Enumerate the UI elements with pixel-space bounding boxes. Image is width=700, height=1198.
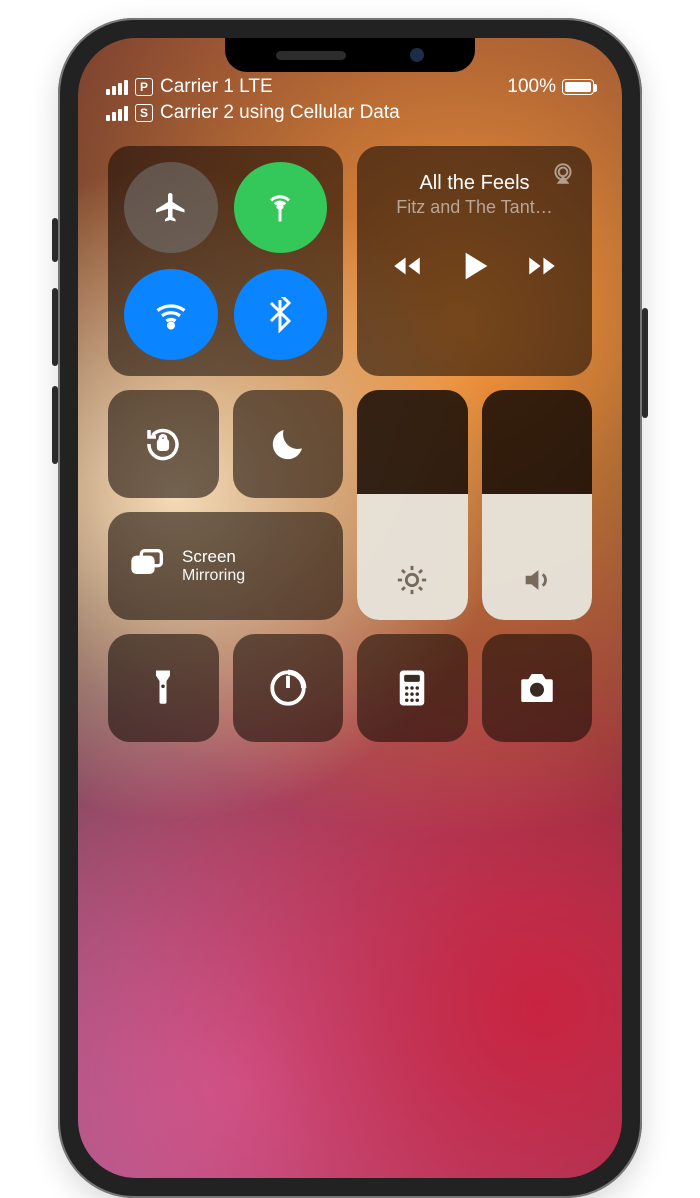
wifi-icon [153,297,189,333]
brightness-icon [395,563,429,602]
control-center: All the Feels Fitz and The Tant… [108,146,592,742]
airplane-icon [153,190,189,226]
flashlight-button[interactable] [108,634,219,742]
side-button[interactable] [642,308,648,418]
flashlight-icon [142,667,184,709]
now-playing-module[interactable]: All the Feels Fitz and The Tant… [357,146,592,376]
media-artist-label: Fitz and The Tant… [375,197,574,218]
earpiece-speaker [276,51,346,60]
bluetooth-icon [262,297,298,333]
airplay-icon[interactable] [550,160,576,191]
timer-button[interactable] [233,634,344,742]
battery-icon [562,79,594,95]
status-bar: P Carrier 1 LTE 100% S Carrier 2 using C… [78,74,622,126]
wifi-toggle[interactable] [124,269,218,360]
sim-badge-secondary: S [135,104,153,122]
battery-percent-label: 100% [507,76,556,98]
notch [225,38,475,72]
screen: P Carrier 1 LTE 100% S Carrier 2 using C… [78,38,622,1178]
mute-switch[interactable] [52,218,58,262]
calculator-button[interactable] [357,634,468,742]
media-play-button[interactable] [454,246,494,291]
camera-button[interactable] [482,634,593,742]
screen-mirroring-label: Screen Mirroring [182,547,245,585]
signal-bars-icon [106,106,128,121]
iphone-device-frame: P Carrier 1 LTE 100% S Carrier 2 using C… [58,18,642,1198]
volume-slider[interactable] [482,390,593,620]
calculator-icon [391,667,433,709]
status-carrier-1: P Carrier 1 LTE [106,76,273,98]
screen-mirroring-button[interactable]: Screen Mirroring [108,512,343,620]
connectivity-module[interactable] [108,146,343,376]
carrier-1-label: Carrier 1 LTE [160,76,273,98]
screen-mirroring-icon [128,544,168,589]
signal-bars-icon [106,80,128,95]
airplane-mode-toggle[interactable] [124,162,218,253]
media-forward-button[interactable] [525,249,559,288]
media-rewind-button[interactable] [390,249,424,288]
orientation-lock-toggle[interactable] [108,390,219,498]
status-carrier-2: S Carrier 2 using Cellular Data [106,102,400,124]
bluetooth-toggle[interactable] [234,269,328,360]
carrier-2-label: Carrier 2 using Cellular Data [160,102,400,124]
camera-icon [516,667,558,709]
timer-icon [267,667,309,709]
cellular-antenna-icon [262,190,298,226]
volume-icon [520,563,554,602]
volume-up-button[interactable] [52,288,58,366]
orientation-lock-icon [142,423,184,465]
battery-indicator: 100% [507,76,594,98]
cellular-data-toggle[interactable] [234,162,328,253]
brightness-slider[interactable] [357,390,468,620]
media-track-title: All the Feels [375,172,574,195]
sim-badge-primary: P [135,78,153,96]
do-not-disturb-toggle[interactable] [233,390,344,498]
moon-icon [267,423,309,465]
front-camera [410,48,424,62]
volume-down-button[interactable] [52,386,58,464]
